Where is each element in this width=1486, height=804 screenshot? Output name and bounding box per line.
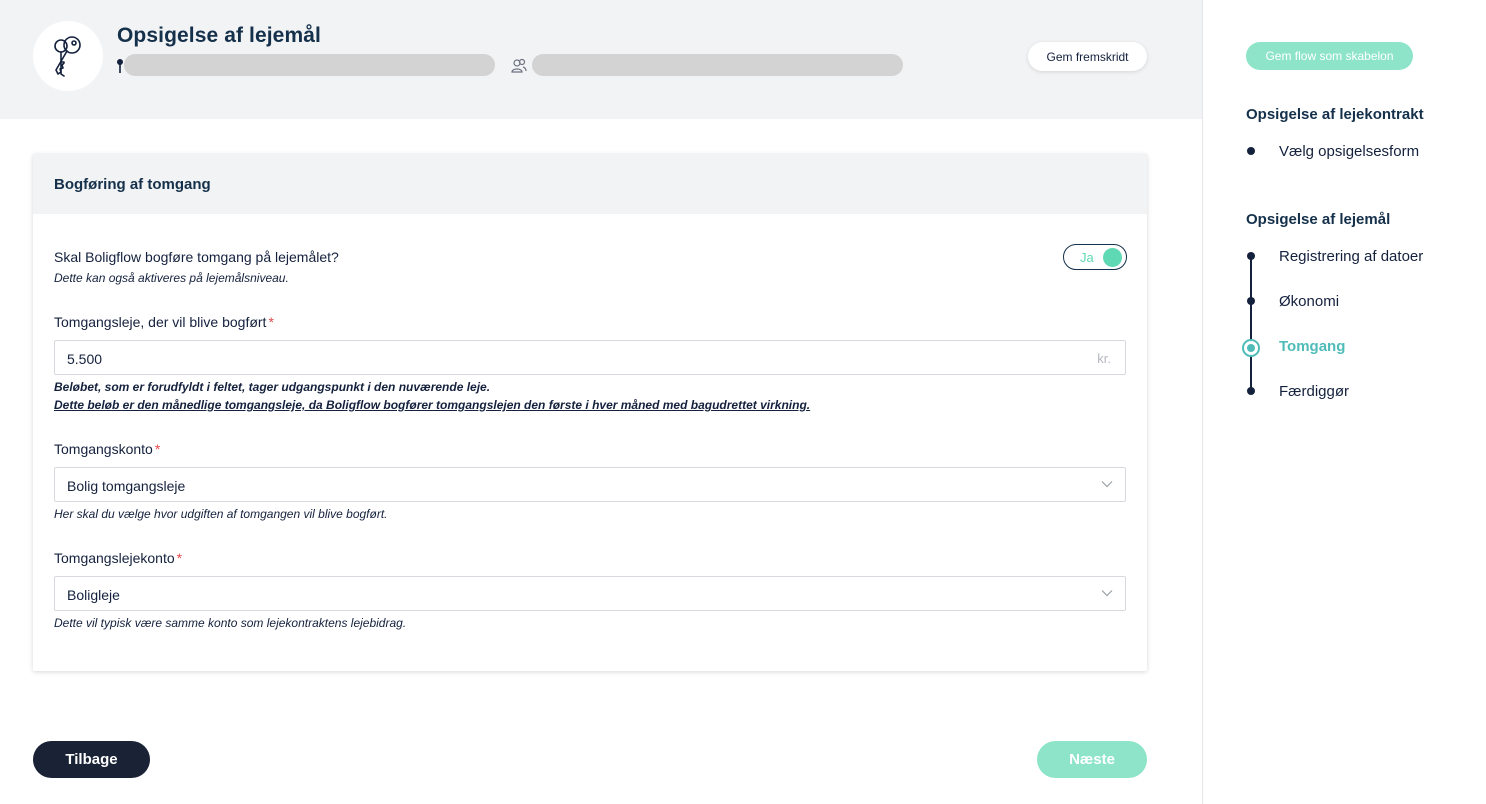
vacancy-toggle[interactable]: Ja [1063, 244, 1127, 270]
step-vacancy[interactable]: Tomgang [1279, 338, 1345, 355]
step-finish[interactable]: Færdiggør [1279, 383, 1349, 400]
tenants-placeholder [532, 54, 903, 76]
save-progress-button[interactable]: Gem fremskridt [1028, 42, 1147, 71]
users-icon [511, 58, 527, 73]
required-mark: * [154, 441, 161, 457]
main-area: Opsigelse af lejemål Gem fremskridt Bogf… [0, 0, 1202, 804]
step-choose-termination[interactable]: Vælg opsigelsesform [1279, 143, 1419, 160]
account-select-value: Bolig tomgangsleje [67, 478, 186, 494]
rent-label-text: Tomgangsleje, der vil blive bogført [54, 314, 267, 330]
active-step-indicator [1242, 339, 1260, 357]
toggle-question: Skal Boligflow bogføre tomgang på lejemå… [54, 249, 339, 265]
rent-account-hint: Dette vil typisk være samme konto som le… [54, 616, 407, 630]
step-dot [1247, 297, 1255, 305]
save-template-button[interactable]: Gem flow som skabelon [1246, 42, 1413, 70]
avatar [33, 21, 103, 91]
toggle-knob [1103, 247, 1122, 267]
step-economy[interactable]: Økonomi [1279, 293, 1339, 310]
section-title-contract: Opsigelse af lejekontrakt [1246, 106, 1424, 123]
required-mark: * [176, 550, 183, 566]
page-header: Opsigelse af lejemål Gem fremskridt [0, 0, 1202, 119]
address-placeholder [124, 54, 495, 76]
step-dot [1247, 252, 1255, 260]
flow-sidebar: Gem flow som skabelon Opsigelse af lejek… [1202, 0, 1486, 804]
rent-hint-prefill: Beløbet, som er forudfyldt i feltet, tag… [54, 380, 491, 394]
rent-account-select-value: Boligleje [67, 587, 120, 603]
next-button[interactable]: Næste [1037, 741, 1147, 778]
keys-icon [54, 36, 81, 77]
section-title-unit: Opsigelse af lejemål [1246, 211, 1391, 228]
account-hint: Her skal du vælge hvor udgiften af tomga… [54, 507, 388, 521]
rent-account-label-text: Tomgangslejekonto [54, 550, 175, 566]
chevron-down-icon [1101, 481, 1113, 488]
rent-label: Tomgangsleje, der vil blive bogført * [54, 314, 274, 330]
toggle-hint: Dette kan også aktiveres på lejemålsnive… [54, 271, 289, 285]
step-register-dates[interactable]: Registrering af datoer [1279, 248, 1423, 265]
page-title: Opsigelse af lejemål [117, 24, 321, 47]
toggle-label: Ja [1080, 250, 1094, 265]
required-mark: * [268, 314, 274, 330]
card-title: Bogføring af tomgang [54, 176, 211, 193]
map-pin-icon [117, 59, 123, 73]
account-select[interactable]: Bolig tomgangsleje [54, 467, 1126, 502]
step-connector [1250, 256, 1252, 391]
step-dot [1247, 387, 1255, 395]
back-button[interactable]: Tilbage [33, 741, 150, 778]
account-label: Tomgangskonto * [54, 441, 160, 457]
rent-input-value: 5.500 [67, 351, 103, 367]
rent-account-select[interactable]: Boligleje [54, 576, 1126, 611]
vacancy-card: Bogføring af tomgang Skal Boligflow bogf… [33, 154, 1147, 671]
rent-account-label: Tomgangslejekonto * [54, 550, 182, 566]
card-header: Bogføring af tomgang [33, 154, 1147, 214]
step-dot [1247, 147, 1255, 155]
chevron-down-icon [1101, 590, 1113, 597]
account-label-text: Tomgangskonto [54, 441, 153, 457]
currency-suffix: kr. [1097, 351, 1111, 366]
rent-hint-monthly: Dette beløb er den månedlige tomgangslej… [54, 398, 811, 412]
rent-input[interactable]: 5.500 kr. [54, 340, 1126, 375]
